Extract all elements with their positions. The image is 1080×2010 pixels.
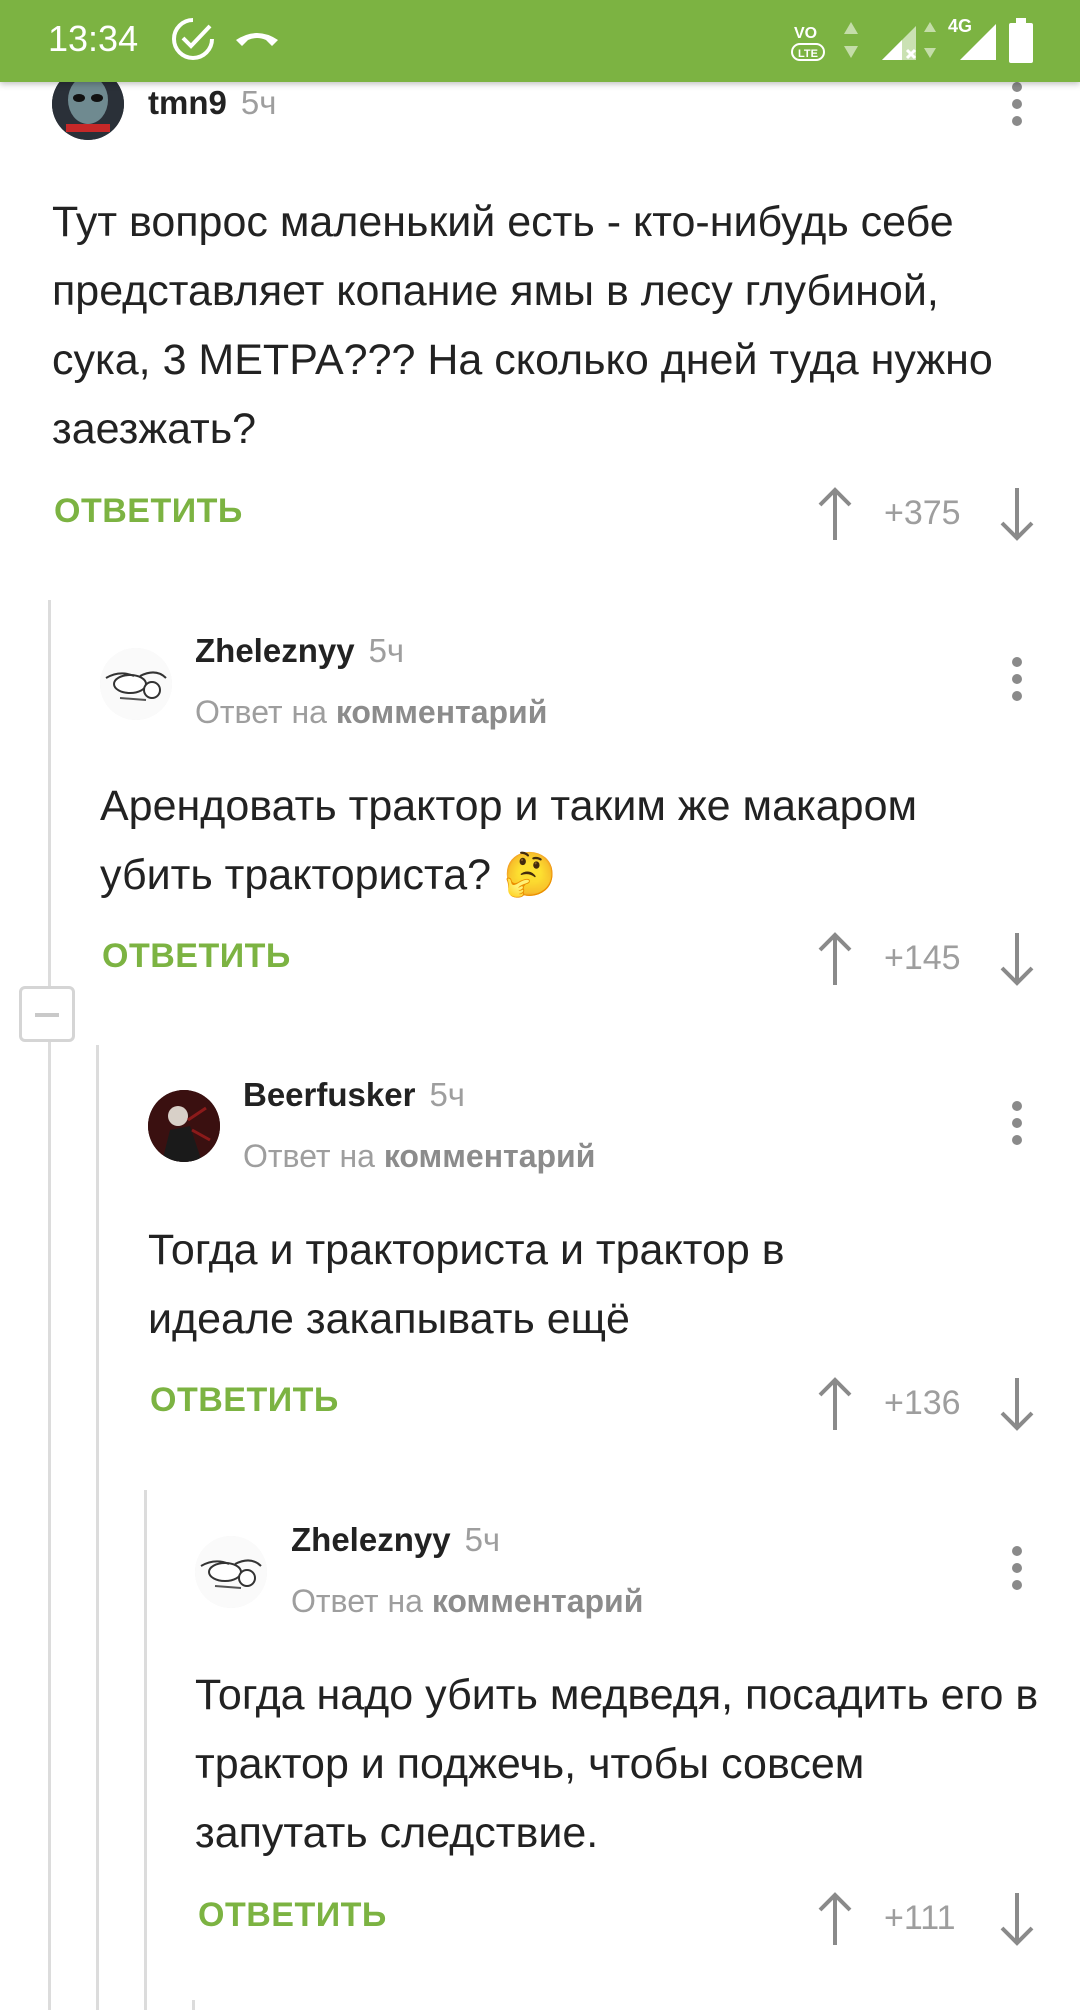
svg-text:VO: VO (794, 25, 817, 42)
reply-button[interactable]: ОТВЕТИТЬ (198, 1896, 387, 1935)
volte-icon: VO LTE (791, 25, 825, 61)
comment-text: Тут вопрос маленький есть - кто-нибудь с… (52, 198, 993, 453)
comment-age: 5ч (429, 1076, 465, 1113)
avatar[interactable] (195, 1536, 267, 1608)
comment-author[interactable]: Zheleznyy 5ч (291, 1521, 500, 1559)
comment-age: 5ч (240, 84, 277, 121)
svg-text:LTE: LTE (798, 48, 818, 60)
downvote-arrow-icon[interactable] (998, 1374, 1036, 1434)
upvote-arrow-icon[interactable] (816, 1374, 854, 1434)
reply-button[interactable]: ОТВЕТИТЬ (102, 937, 291, 976)
reply-to-prefix: Ответ на (195, 694, 327, 730)
upvote-arrow-icon[interactable] (816, 929, 854, 989)
comment-score: +111 (884, 1899, 956, 1937)
status-bar: 13:34 VO LTE 4G (0, 0, 1080, 82)
downvote-arrow-icon[interactable] (998, 1889, 1036, 1949)
more-options-icon[interactable] (1007, 82, 1027, 132)
comment-author[interactable]: Zheleznyy 5ч (195, 632, 404, 670)
reply-to-link[interactable]: комментарий (336, 694, 548, 730)
downvote-arrow-icon[interactable] (998, 929, 1036, 989)
comment-age: 5ч (368, 632, 405, 669)
author-name: Zheleznyy (291, 1521, 451, 1558)
avatar[interactable] (100, 648, 172, 720)
thread-line-level-4 (192, 2000, 195, 2010)
dark-figure-avatar-image (148, 1090, 220, 1162)
reply-to-link[interactable]: комментарий (384, 1138, 596, 1174)
comment-author[interactable]: tmn9 5ч (148, 84, 276, 122)
reply-to-label: Ответ на комментарий (243, 1138, 595, 1175)
data-arrows-icon (844, 22, 858, 58)
signal-sim2-icon (960, 24, 996, 60)
cartoon-avatar-image (195, 1536, 267, 1608)
comment-text: Тогда надо убить медведя, посадить его в… (195, 1671, 1039, 1857)
comment-score: +136 (884, 1384, 961, 1422)
comment-text: Тогда и тракториста и трактор в идеале з… (148, 1226, 785, 1343)
more-options-icon[interactable] (1007, 1546, 1027, 1596)
collapse-thread-button[interactable] (19, 986, 75, 1042)
downvote-arrow-icon[interactable] (998, 484, 1036, 544)
reply-to-label: Ответ на комментарий (291, 1583, 643, 1620)
check-circle-icon (172, 18, 214, 60)
more-options-icon[interactable] (1007, 657, 1027, 707)
reply-to-label: Ответ на комментарий (195, 694, 547, 731)
thread-line-level-1 (48, 600, 51, 2010)
reply-to-prefix: Ответ на (243, 1138, 375, 1174)
battery-icon (1009, 18, 1033, 63)
data-arrows-icon-2 (924, 22, 936, 58)
reply-to-prefix: Ответ на (291, 1583, 423, 1619)
cartoon-avatar-image (100, 648, 172, 720)
upvote-arrow-icon[interactable] (816, 484, 854, 544)
reply-button[interactable]: ОТВЕТИТЬ (54, 492, 243, 531)
thread-line-level-3 (144, 1490, 147, 2010)
reply-button[interactable]: ОТВЕТИТЬ (150, 1381, 339, 1420)
comment-author[interactable]: Beerfusker 5ч (243, 1076, 465, 1114)
author-name: tmn9 (148, 84, 227, 121)
comment-age: 5ч (464, 1521, 501, 1558)
comment-score: +375 (884, 494, 961, 532)
comment-score: +145 (884, 939, 961, 977)
avatar[interactable] (148, 1090, 220, 1162)
reply-to-link[interactable]: комментарий (432, 1583, 644, 1619)
comment-text: Арендовать трактор и таким же макаром уб… (100, 782, 918, 899)
status-time: 13:34 (48, 18, 139, 59)
signal-sim1-icon (882, 26, 917, 60)
author-name: Beerfusker (243, 1076, 416, 1113)
phone-call-icon (236, 33, 278, 46)
more-options-icon[interactable] (1007, 1101, 1027, 1151)
upvote-arrow-icon[interactable] (816, 1889, 854, 1949)
author-name: Zheleznyy (195, 632, 355, 669)
thread-line-level-2 (96, 1045, 99, 2010)
